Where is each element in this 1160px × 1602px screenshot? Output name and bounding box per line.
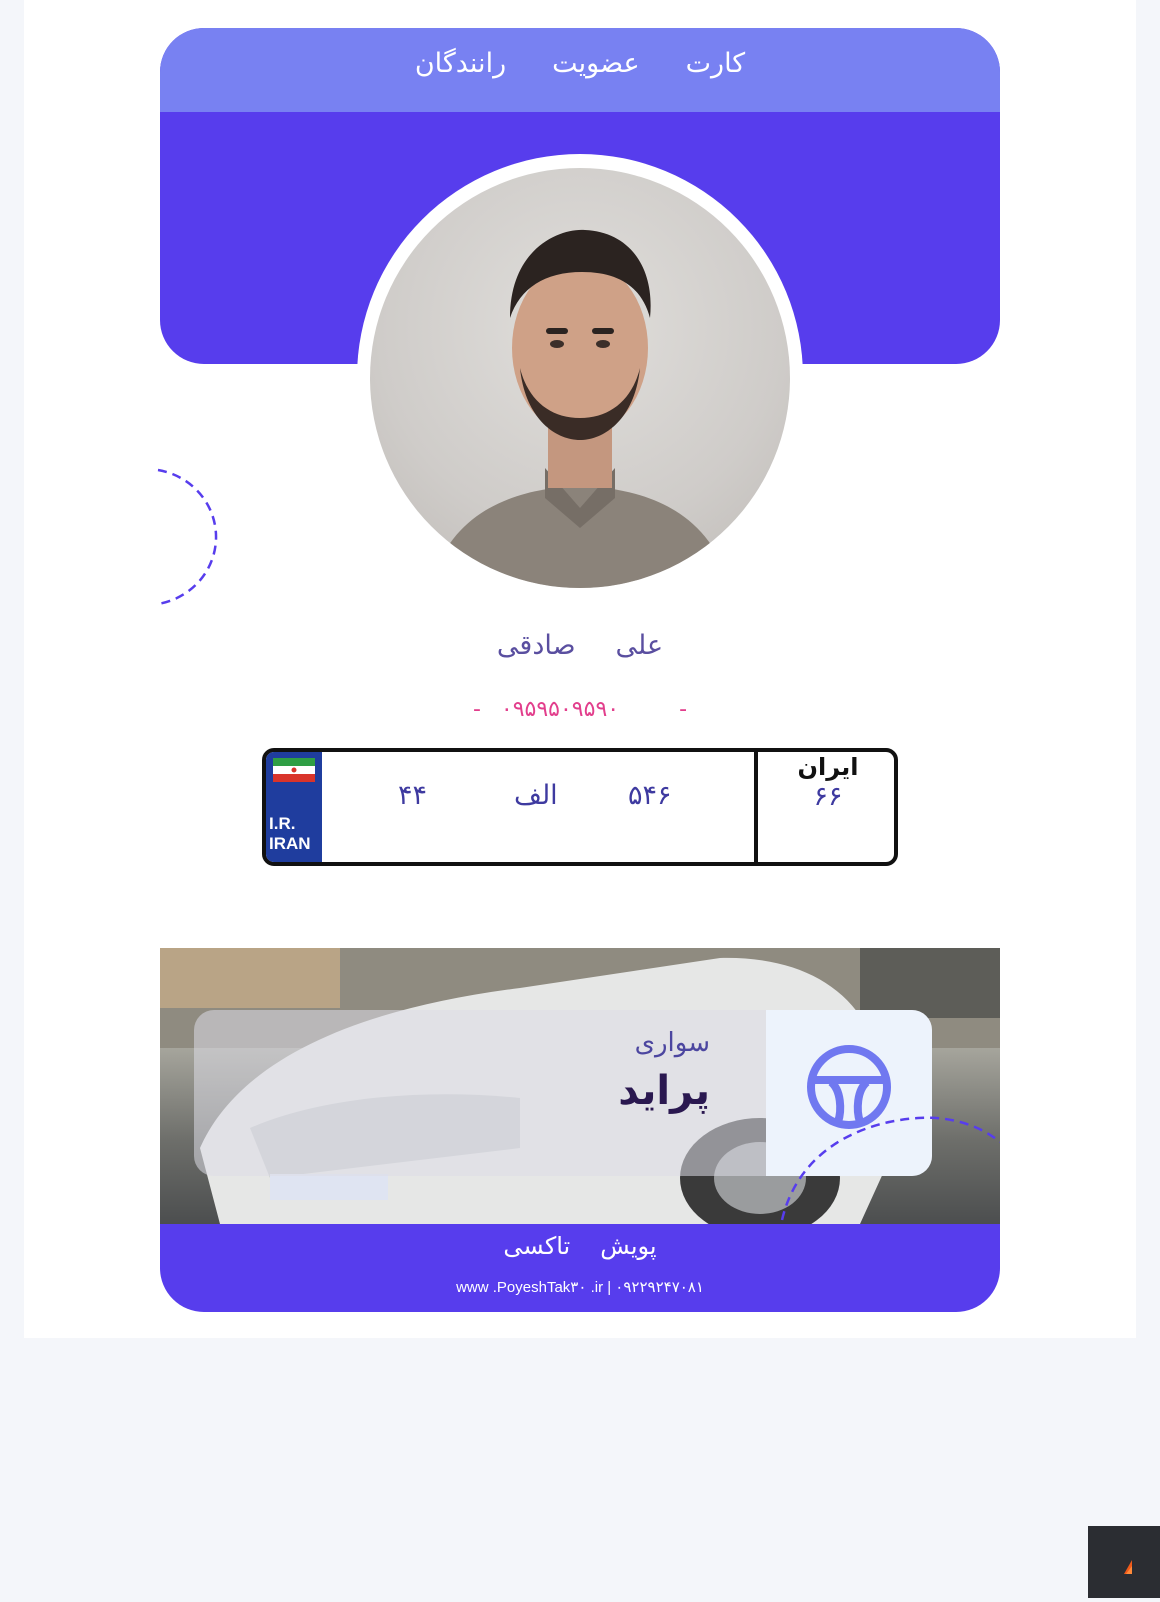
driver-phone-row: - ۰۹۵۹۵۰۹۵۹۰ - [160, 697, 1000, 722]
footer-brand: پویش تاکسی [160, 1232, 1000, 1260]
driver-last-name: صادقی [496, 630, 576, 661]
driver-first-name: علی [615, 630, 664, 661]
header-word-membership: عضویت [552, 47, 640, 79]
vehicle-model: پراید [618, 1068, 710, 1114]
card-header: کارت عضویت رانندگان [160, 28, 1000, 112]
plate-ir-line2: IRAN [269, 834, 311, 853]
iran-flag-icon [273, 758, 315, 782]
plate-ir-line1: I.R. [269, 814, 296, 833]
header-word-card: کارت [685, 47, 746, 79]
avatar [370, 168, 790, 588]
vehicle-category: سواری [634, 1028, 710, 1058]
decorative-dashed-arc [157, 468, 218, 606]
plate-part2: ۵۴۶ [628, 780, 672, 811]
header-word-drivers: رانندگان [414, 47, 507, 79]
driver-phone: ۰۹۵۹۵۰۹۵۹۰ [500, 697, 620, 722]
plate-divider [754, 752, 758, 862]
corner-widget-button[interactable] [1088, 1526, 1160, 1598]
plate-region-code: ۶۶ [813, 781, 843, 812]
plate-part1: ۴۴ [398, 780, 428, 811]
brand-word-poyesh: پویش [600, 1232, 657, 1260]
plate-region: ایران ۶۶ [764, 752, 892, 812]
footer-contact: www .PoyeshTak۳۰ .ir | ۰۹۲۲۹۲۴۷۰۸۱ [456, 1279, 704, 1296]
plate-ir-label: I.R. IRAN [269, 814, 311, 854]
phone-dash: - [679, 697, 688, 722]
plate-region-label: ایران [797, 753, 859, 781]
plate-country-strip: I.R. IRAN [266, 752, 322, 862]
driver-photo [430, 229, 730, 588]
flame-icon [1124, 1560, 1132, 1574]
decorative-dashed-arc [780, 1116, 1000, 1221]
phone-dash: - [472, 697, 481, 722]
driver-name: علی صادقی [160, 630, 1000, 661]
license-plate: I.R. IRAN ۴۴ الف ۵۴۶ ایران ۶۶ [262, 748, 898, 866]
brand-word-taxi: تاکسی [503, 1232, 571, 1260]
plate-letter: الف [514, 780, 558, 811]
